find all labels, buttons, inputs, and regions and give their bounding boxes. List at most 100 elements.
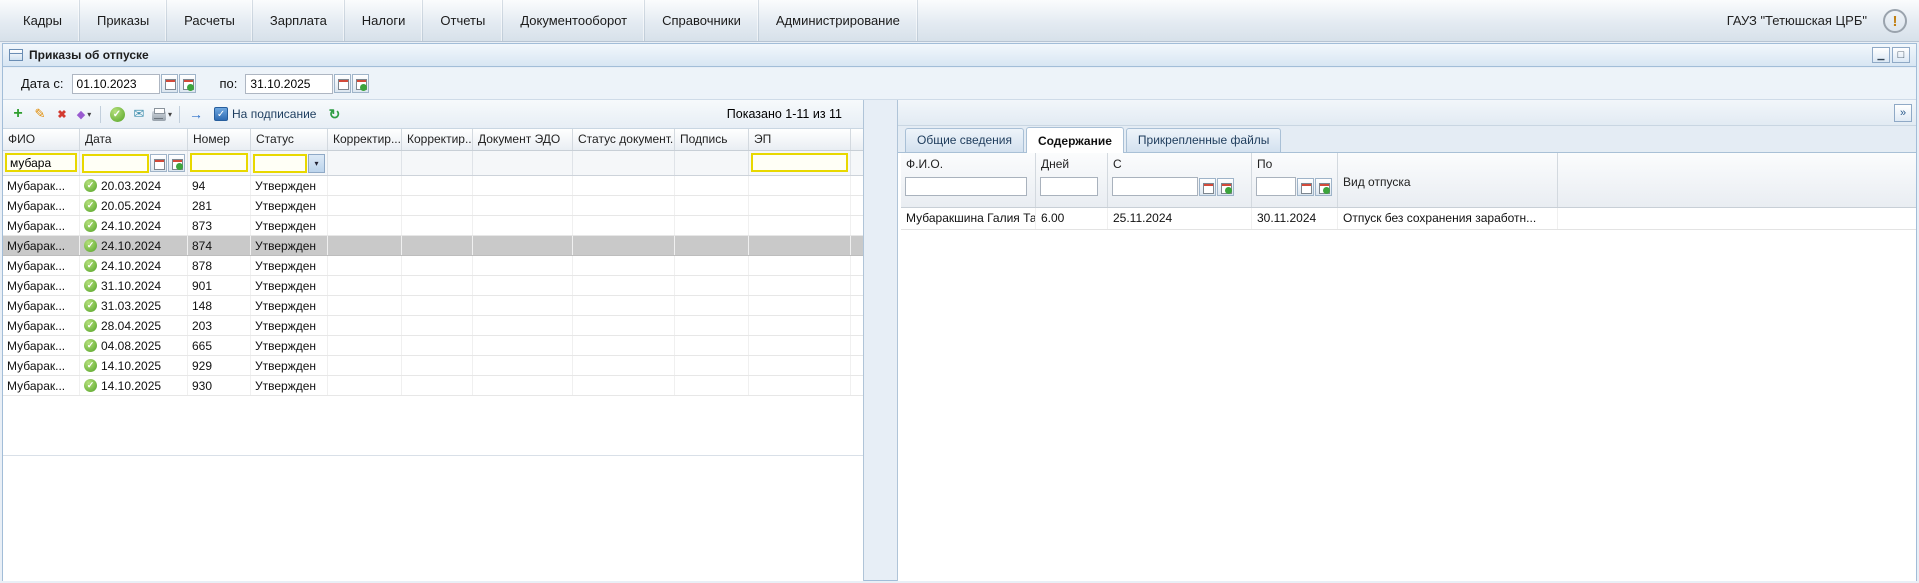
column-header[interactable]: Дней: [1036, 153, 1107, 171]
table-row[interactable]: Мубарак... 20.03.2024 94Утвержден: [3, 176, 863, 196]
print-button[interactable]: [151, 103, 173, 125]
edit-button[interactable]: [30, 103, 50, 125]
menu-item-6[interactable]: Документооборот: [503, 0, 646, 41]
calendar-icon[interactable]: [334, 74, 352, 93]
cell-empty: [675, 336, 749, 355]
column-header[interactable]: Статус документ...: [573, 129, 675, 150]
column-header[interactable]: ФИО: [3, 129, 80, 150]
cell-fio: Мубарак...: [3, 216, 80, 235]
toolbar-separator: [179, 105, 181, 123]
calendar-select-icon[interactable]: [178, 74, 196, 93]
export-button[interactable]: [186, 103, 206, 125]
status-dropdown-button[interactable]: [308, 153, 325, 173]
table-row[interactable]: Мубарак... 14.10.2025 929Утвержден: [3, 356, 863, 376]
cell-empty: [675, 236, 749, 255]
table-row[interactable]: Мубарак... 04.08.2025 665Утвержден: [3, 336, 863, 356]
column-header[interactable]: С: [1108, 153, 1251, 171]
table-row[interactable]: Мубарак... 24.10.2024 874Утвержден: [3, 236, 863, 256]
refresh-button[interactable]: [324, 103, 344, 125]
alert-icon[interactable]: [1883, 8, 1907, 33]
date-to-input[interactable]: [245, 73, 334, 94]
table-row[interactable]: Мубарак... 24.10.2024 878Утвержден: [3, 256, 863, 276]
column-header[interactable]: ЭП: [749, 129, 851, 150]
table-row[interactable]: Мубарак... 31.03.2025 148Утвержден: [3, 296, 863, 316]
tab-1[interactable]: Содержание: [1025, 127, 1124, 153]
table-row[interactable]: Мубарак... 14.10.2025 930Утвержден: [3, 376, 863, 396]
approved-icon: [84, 379, 97, 392]
column-header[interactable]: Корректир...: [328, 129, 402, 150]
send-to-sign-button[interactable]: На подписание: [208, 103, 322, 125]
table-row[interactable]: Мубарак... 24.10.2024 873Утвержден: [3, 216, 863, 236]
delete-button[interactable]: [52, 103, 72, 125]
content-filter-from-input[interactable]: [1112, 177, 1198, 196]
cell-date: 31.03.2025: [80, 296, 188, 315]
menubar: Кадры Приказы Расчеты Зарплата Налоги Отчеты Д…: [0, 0, 1919, 42]
calendar-icon[interactable]: [1199, 177, 1216, 196]
cell-empty: [473, 256, 573, 275]
calendar-icon[interactable]: [1297, 177, 1314, 196]
date-text: 24.10.2024: [101, 218, 162, 233]
sign-button-label: На подписание: [232, 107, 317, 121]
filter-ep-input[interactable]: [751, 153, 848, 172]
menu-item-8[interactable]: Администрирование: [759, 0, 918, 41]
cell-to: 30.11.2024: [1252, 208, 1338, 229]
cell-status: Утвержден: [251, 356, 328, 375]
filter-date-input[interactable]: [82, 153, 149, 173]
content-filter-days-input[interactable]: [1040, 177, 1098, 196]
content-filter-fio-input[interactable]: [905, 177, 1027, 196]
cell-empty: [749, 316, 851, 335]
cell-status: Утвержден: [251, 196, 328, 215]
table-row[interactable]: Мубарак... 28.04.2025 203Утвержден: [3, 316, 863, 336]
minimize-button[interactable]: [1872, 47, 1890, 63]
menu-item-2[interactable]: Расчеты: [167, 0, 253, 41]
calendar-icon[interactable]: [160, 74, 178, 93]
column-header[interactable]: Дата: [80, 129, 188, 150]
menu-item-4[interactable]: Налоги: [345, 0, 424, 41]
cell-number: 901: [188, 276, 251, 295]
maximize-button[interactable]: [1892, 47, 1910, 63]
actions-menu-button[interactable]: [74, 103, 94, 125]
menu-item-3[interactable]: Зарплата: [253, 0, 345, 41]
date-from-input[interactable]: [71, 73, 160, 94]
column-header[interactable]: Ф.И.О.: [901, 153, 1035, 171]
table-row[interactable]: Мубарак... 31.10.2024 901Утвержден: [3, 276, 863, 296]
calendar-select-icon[interactable]: [168, 154, 185, 172]
menu-item-0[interactable]: Кадры: [6, 0, 80, 41]
cell-number: 929: [188, 356, 251, 375]
send-mail-button[interactable]: [129, 103, 149, 125]
organization-name: ГАУЗ "Тетюшская ЦРБ": [1726, 13, 1867, 28]
approve-button[interactable]: [107, 103, 127, 125]
column-header[interactable]: Номер: [188, 129, 251, 150]
cell-empty: [573, 176, 675, 195]
column-header[interactable]: Статус: [251, 129, 328, 150]
tab-2[interactable]: Прикрепленные файлы: [1125, 128, 1282, 152]
tab-0[interactable]: Общие сведения: [905, 128, 1024, 152]
calendar-icon[interactable]: [150, 154, 167, 172]
column-header[interactable]: Корректир...: [402, 129, 473, 150]
date-text: 20.05.2024: [101, 198, 162, 213]
detail-panel-header: [898, 100, 1916, 126]
chevron-down-icon: [87, 110, 91, 119]
calendar-select-icon[interactable]: [1315, 177, 1332, 196]
table-row[interactable]: Мубарак... 20.05.2024 281Утвержден: [3, 196, 863, 216]
date-text: 14.10.2025: [101, 378, 162, 393]
filter-fio-input[interactable]: [5, 153, 77, 172]
collapse-panel-button[interactable]: [1894, 104, 1912, 122]
cell-date: 20.05.2024: [80, 196, 188, 215]
column-header[interactable]: По: [1252, 153, 1337, 171]
menu-item-1[interactable]: Приказы: [80, 0, 168, 41]
menu-item-5[interactable]: Отчеты: [423, 0, 504, 41]
column-header[interactable]: Документ ЭДО: [473, 129, 573, 150]
calendar-select-icon[interactable]: [352, 74, 370, 93]
menu-item-7[interactable]: Справочники: [645, 0, 759, 41]
filter-status-input[interactable]: [253, 153, 307, 173]
cell-empty: [573, 336, 675, 355]
content-row[interactable]: Мубаракшина Галия Тау... 6.00 25.11.2024…: [901, 208, 1916, 230]
add-button[interactable]: [8, 103, 28, 125]
content-filter-to-input[interactable]: [1256, 177, 1296, 196]
approved-icon: [84, 299, 97, 312]
calendar-select-icon[interactable]: [1217, 177, 1234, 196]
column-header[interactable]: Вид отпуска: [1338, 171, 1557, 189]
filter-number-input[interactable]: [190, 153, 248, 172]
column-header[interactable]: Подпись: [675, 129, 749, 150]
